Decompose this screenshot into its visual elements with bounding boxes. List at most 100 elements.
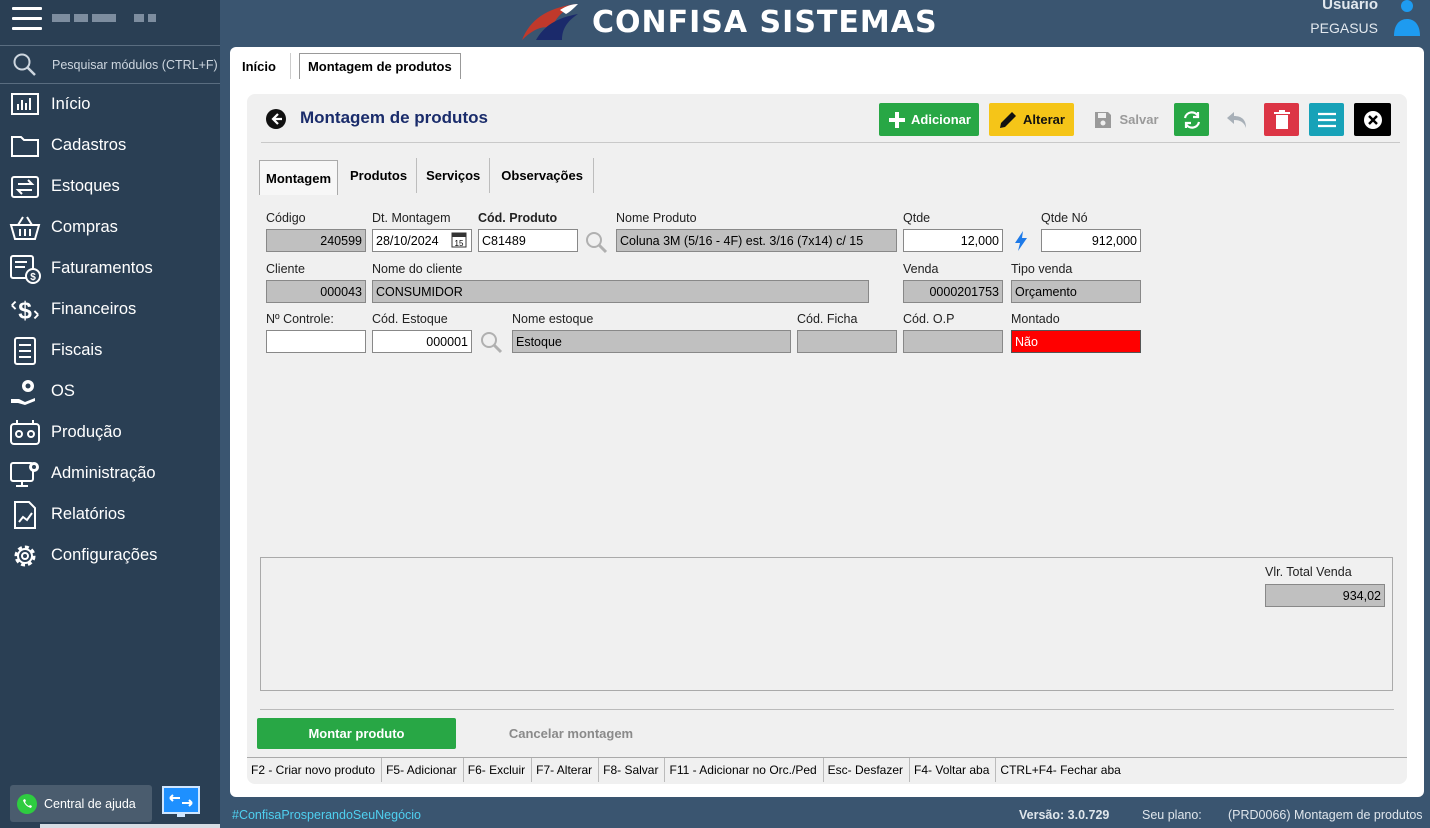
floppy-icon [1095,111,1112,128]
undo-button[interactable] [1219,103,1254,136]
service-icon [9,376,41,408]
nome-cliente-field: CONSUMIDOR [372,280,869,303]
pencil-icon [1000,111,1017,128]
brand-title: CONFISA SISTEMAS [592,4,938,40]
hashtag-link[interactable]: #ConfisaProsperandoSeuNegócio [232,808,421,822]
nome-produto-field: Coluna 3M (5/16 - 4F) est. 3/16 (7x14) c… [616,229,897,252]
shortcut-item: F5- Adicionar [382,757,464,782]
module-search[interactable]: Pesquisar módulos (CTRL+F) [0,47,220,84]
cliente-field: 000043 [266,280,366,303]
tab-montagem[interactable]: Montagem [259,160,338,195]
sidebar-item-producao[interactable]: Produção [0,412,220,453]
cod-estoque-field[interactable]: 000001 [372,330,472,353]
montado-field: Não [1011,330,1141,353]
shortcut-item: F11 - Adicionar no Orc./Ped [665,757,824,782]
venda-label: Venda [903,262,939,276]
sidebar-top [0,0,220,46]
module-search-input[interactable]: Pesquisar módulos (CTRL+F) [52,58,218,72]
cancelar-montagem-button[interactable]: Cancelar montagem [492,718,650,749]
tab-observacoes[interactable]: Observações [490,158,594,193]
pegasus-logo-icon [522,4,578,40]
lightning-icon[interactable] [1013,230,1029,252]
help-center-button[interactable]: Central de ajuda [10,785,152,822]
add-button[interactable]: Adicionar [879,103,979,136]
sidebar-item-label: Relatórios [51,505,126,523]
invoice-icon: $ [9,253,41,285]
avatar-icon[interactable] [1392,0,1422,36]
refresh-button[interactable] [1174,103,1209,136]
montado-label: Montado [1011,312,1060,326]
sidebar-item-fiscais[interactable]: Fiscais [0,330,220,371]
remote-access-icon[interactable] [162,786,200,820]
save-button[interactable]: Salvar [1089,103,1164,136]
sidebar-item-relatorios[interactable]: Relatórios [0,494,220,535]
dollar-icon: $ [9,294,41,326]
basket-icon [9,212,41,244]
controle-field[interactable] [266,330,366,353]
menu-button[interactable] [1309,103,1344,136]
search-icon [13,53,36,76]
actions-divider [260,709,1394,710]
svg-text:$: $ [30,272,36,283]
cod-estoque-label: Cód. Estoque [372,312,448,326]
sidebar-item-financeiros[interactable]: $ Financeiros [0,289,220,330]
cod-ficha-field [797,330,897,353]
sidebar-item-label: Início [51,95,91,113]
qtde-no-label: Qtde Nó [1041,211,1088,225]
sidebar-item-faturamentos[interactable]: $ Faturamentos [0,248,220,289]
add-label: Adicionar [911,112,971,127]
document-list-icon [9,335,41,367]
shortcut-item: F8- Salvar [599,757,666,782]
tab-produtos[interactable]: Produtos [338,158,418,193]
app-header: CONFISA SISTEMAS Usuário PEGASUS [220,0,1430,46]
shortcut-item: F7- Alterar [532,757,600,782]
cod-produto-field[interactable]: C81489 [478,229,578,252]
qtde-field[interactable]: 12,000 [903,229,1003,252]
shortcut-bar: F2 - Criar novo produto F5- Adicionar F6… [247,757,1407,782]
sidebar-item-administracao[interactable]: Administração [0,453,220,494]
nome-estoque-field: Estoque [512,330,791,353]
top-tabs: Início Montagem de produtos [238,53,461,79]
admin-monitor-icon [9,458,41,490]
form-panel: Montagem de produtos Adicionar Alterar S… [247,94,1407,784]
sidebar-item-configuracoes[interactable]: Configurações [0,535,220,576]
sidebar-item-compras[interactable]: Compras [0,207,220,248]
back-arrow-icon[interactable] [265,108,287,130]
hamburger-menu-icon[interactable] [12,7,42,31]
sidebar-item-estoques[interactable]: Estoques [0,166,220,207]
sidebar-item-os[interactable]: OS [0,371,220,412]
svg-text:15: 15 [455,239,464,248]
sidebar-scroll-track [40,824,220,828]
user-info[interactable]: Usuário PEGASUS [1310,0,1378,36]
cliente-label: Cliente [266,262,305,276]
nome-estoque-label: Nome estoque [512,312,594,326]
sidebar-item-label: Cadastros [51,136,127,154]
delete-button[interactable] [1264,103,1299,136]
tab-montagem-de-produtos[interactable]: Montagem de produtos [298,53,461,79]
cod-ficha-label: Cód. Ficha [797,312,858,326]
close-button[interactable] [1354,103,1391,136]
dt-montagem-label: Dt. Montagem [372,211,451,225]
shortcut-item: F4- Voltar aba [910,757,997,782]
search-estoque-icon[interactable] [479,330,503,354]
vlr-total-field: 934,02 [1265,584,1385,607]
tipo-venda-label: Tipo venda [1011,262,1073,276]
calendar-icon[interactable]: 15 [451,232,467,248]
tab-inicio[interactable]: Início [238,53,291,79]
tab-servicos[interactable]: Serviços [417,158,491,193]
qtde-label: Qtde [903,211,931,225]
edit-button[interactable]: Alterar [989,103,1074,136]
sidebar-item-label: Fiscais [51,341,103,359]
montar-produto-button[interactable]: Montar produto [257,718,456,749]
qtde-no-field[interactable]: 912,000 [1041,229,1141,252]
report-icon [9,499,41,531]
search-produto-icon[interactable] [584,230,608,254]
transfer-icon [9,171,41,203]
sidebar-item-label: Configurações [51,546,158,564]
sidebar-item-label: Faturamentos [51,259,153,277]
brand: CONFISA SISTEMAS [516,0,938,44]
sidebar-item-label: Financeiros [51,300,137,318]
sidebar-item-cadastros[interactable]: Cadastros [0,125,220,166]
dashboard-icon [9,89,41,121]
sidebar-item-inicio[interactable]: Início [0,84,220,125]
